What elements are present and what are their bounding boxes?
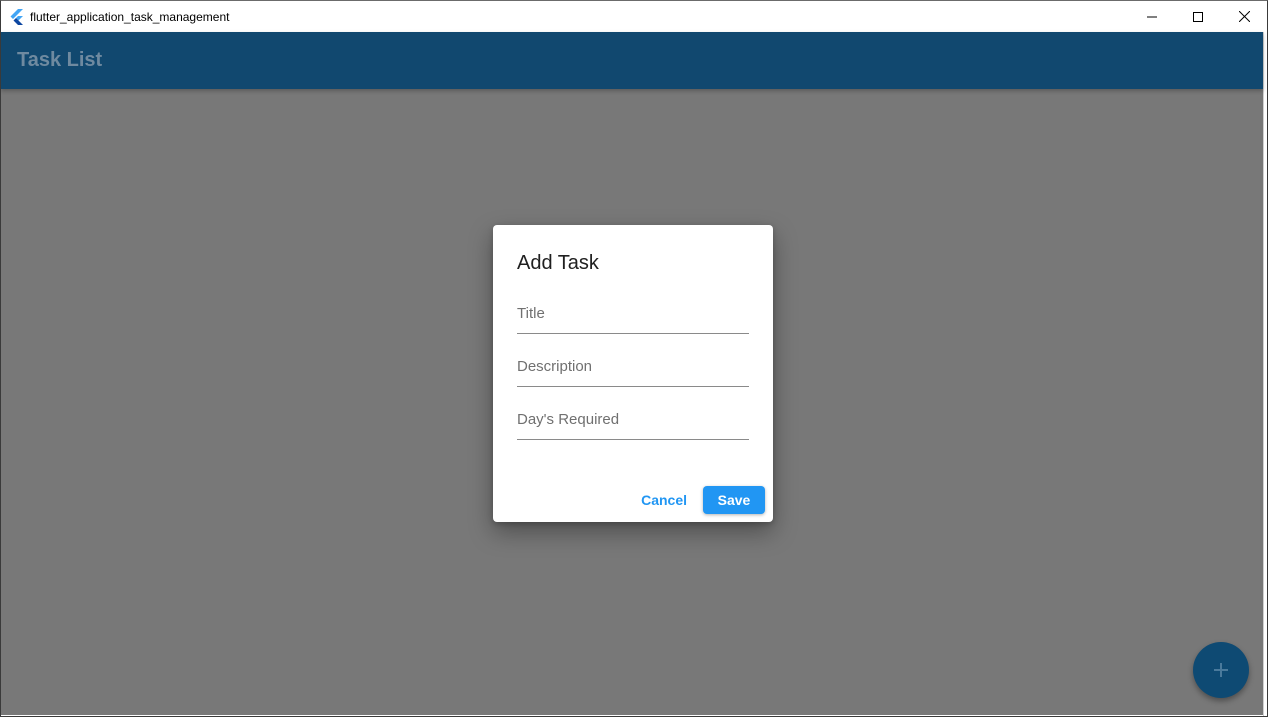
- flutter-logo-icon: [9, 8, 25, 25]
- maximize-icon: [1193, 11, 1203, 22]
- days-required-input[interactable]: [517, 399, 749, 439]
- app-window: flutter_application_task_management Task…: [0, 0, 1268, 717]
- window-titlebar[interactable]: flutter_application_task_management: [1, 1, 1267, 32]
- close-button[interactable]: [1221, 1, 1267, 32]
- add-task-dialog: Add Task Cancel Save: [493, 225, 773, 522]
- minimize-icon: [1147, 16, 1157, 17]
- dialog-title: Add Task: [517, 252, 599, 274]
- days-required-field[interactable]: [517, 399, 749, 440]
- title-input[interactable]: [517, 293, 749, 333]
- app-bar: Task List: [1, 32, 1263, 89]
- dialog-actions: Cancel Save: [633, 486, 765, 514]
- minimize-button[interactable]: [1129, 1, 1175, 32]
- cancel-button[interactable]: Cancel: [633, 486, 695, 514]
- window-title: flutter_application_task_management: [30, 9, 230, 24]
- description-input[interactable]: [517, 346, 749, 386]
- window-controls: [1129, 1, 1267, 32]
- window-edge: [1263, 32, 1267, 716]
- plus-icon: [1214, 663, 1228, 677]
- page-title: Task List: [17, 49, 103, 71]
- description-field[interactable]: [517, 346, 749, 387]
- title-field[interactable]: [517, 293, 749, 334]
- add-task-fab[interactable]: [1193, 642, 1249, 698]
- maximize-button[interactable]: [1175, 1, 1221, 32]
- save-button[interactable]: Save: [703, 486, 765, 514]
- close-icon: [1238, 11, 1250, 22]
